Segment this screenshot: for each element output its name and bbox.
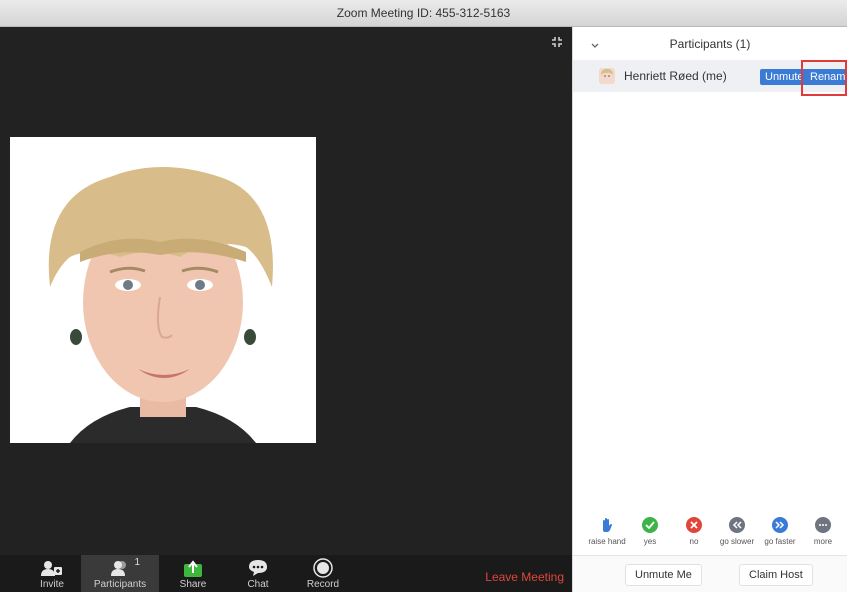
share-label: Share xyxy=(179,579,207,590)
reactions-bar: raise hand yes no go slower go faster mo… xyxy=(573,517,847,553)
window-titlebar: Zoom Meeting ID: 455-312-5163 xyxy=(0,0,847,27)
chevron-down-icon[interactable] xyxy=(591,38,599,52)
no-label: no xyxy=(689,537,699,546)
chat-icon xyxy=(249,560,267,576)
participant-video-tile xyxy=(10,137,316,443)
participants-count: 1 xyxy=(134,557,140,568)
chat-label: Chat xyxy=(247,579,269,590)
more-label: more xyxy=(813,537,833,546)
raise-hand-icon xyxy=(599,517,615,533)
participant-photo xyxy=(10,137,316,443)
yes-label: yes xyxy=(643,537,657,546)
share-button[interactable]: Share xyxy=(176,555,210,592)
rename-highlight-box xyxy=(801,60,847,96)
record-icon xyxy=(313,558,333,578)
record-label: Record xyxy=(306,579,340,590)
record-button[interactable]: Record xyxy=(305,555,341,592)
window-title: Zoom Meeting ID: 455-312-5163 xyxy=(336,6,511,20)
avatar xyxy=(599,68,615,84)
participants-panel: Participants (1) Henriett Røed (me) Unmu… xyxy=(572,27,847,592)
invite-icon xyxy=(41,561,62,576)
video-area xyxy=(0,27,572,555)
claim-host-button[interactable]: Claim Host xyxy=(739,564,813,586)
invite-label: Invite xyxy=(40,579,64,590)
participants-panel-title: Participants (1) xyxy=(669,36,751,51)
fullscreen-icon[interactable] xyxy=(550,35,564,49)
participants-button[interactable]: 1 Participants xyxy=(81,555,159,592)
check-icon xyxy=(642,517,658,533)
participant-row[interactable]: Henriett Røed (me) Unmute Rename xyxy=(573,60,847,96)
raise-hand-label: raise hand xyxy=(588,537,626,546)
raise-hand-reaction[interactable]: raise hand xyxy=(585,517,629,546)
chat-button[interactable]: Chat xyxy=(243,555,273,592)
no-reaction[interactable]: no xyxy=(683,517,705,546)
participants-label: Participants xyxy=(93,579,147,590)
rewind-icon xyxy=(729,517,745,533)
go-faster-label: go faster xyxy=(764,537,796,546)
go-slower-reaction[interactable]: go slower xyxy=(716,517,758,546)
participants-panel-footer: Unmute Me Claim Host xyxy=(573,555,847,592)
unmute-me-button[interactable]: Unmute Me xyxy=(625,564,702,586)
invite-button[interactable]: Invite xyxy=(34,555,70,592)
participants-icon xyxy=(111,561,126,576)
leave-meeting-button[interactable]: Leave Meeting xyxy=(485,570,564,584)
participants-panel-header: Participants (1) xyxy=(573,27,847,60)
go-slower-label: go slower xyxy=(719,537,755,546)
meeting-toolbar: Invite 1 Participants Share Chat Record … xyxy=(0,555,572,592)
more-reaction[interactable]: more xyxy=(810,517,836,546)
share-icon xyxy=(184,560,202,577)
close-icon xyxy=(686,517,702,533)
more-icon xyxy=(815,517,831,533)
fast-forward-icon xyxy=(772,517,788,533)
yes-reaction[interactable]: yes xyxy=(639,517,661,546)
participant-name: Henriett Røed (me) xyxy=(624,69,727,83)
go-faster-reaction[interactable]: go faster xyxy=(760,517,800,546)
